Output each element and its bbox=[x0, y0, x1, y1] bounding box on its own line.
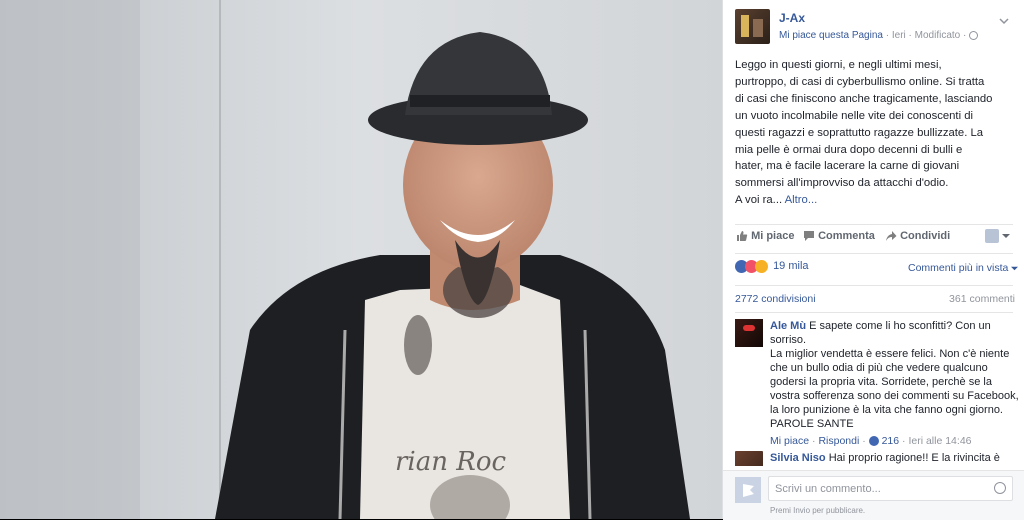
svg-text:rian Roc: rian Roc bbox=[395, 447, 506, 477]
comment-like-link[interactable]: Mi piace bbox=[770, 435, 809, 447]
thumbs-up-icon bbox=[737, 231, 748, 242]
comment-line: vostra sofferenza sono dei commenti su F… bbox=[770, 390, 1019, 402]
commenter-avatar[interactable] bbox=[735, 319, 763, 347]
divider bbox=[735, 224, 1013, 225]
post-body-line: di casi che finiscono anche tragicamente… bbox=[735, 92, 993, 105]
like-page-link[interactable]: Mi piace questa Pagina bbox=[779, 30, 883, 41]
reactions-row: 19 mila Commenti più in vista bbox=[723, 260, 1024, 278]
chevron-down-icon[interactable] bbox=[999, 13, 1009, 25]
comment-line: La miglior vendetta è essere felici. Non… bbox=[770, 348, 1010, 360]
page-avatar[interactable] bbox=[735, 9, 770, 44]
post-body-line: mia pelle è ormai dura dopo decenni di b… bbox=[735, 143, 963, 156]
comment-line: PAROLE SANTE bbox=[770, 418, 854, 430]
comment-sort-label: Commenti più in vista bbox=[908, 262, 1009, 274]
composer-hint: Premi Invio per pubblicare. bbox=[770, 506, 866, 515]
comment-icon bbox=[804, 231, 814, 242]
post-body-line: Leggo in questi giorni, e negli ultimi m… bbox=[735, 59, 942, 71]
post-time[interactable]: Ieri bbox=[892, 30, 906, 41]
post-body: Leggo in questi giorni, e negli ultimi m… bbox=[735, 57, 1020, 209]
wow-reaction-icon bbox=[755, 260, 768, 273]
post-header: J-Ax Mi piace questa Pagina · Ieri · Mod… bbox=[723, 9, 1024, 45]
divider bbox=[735, 285, 1013, 286]
post-body-line: questi ragazzi e soprattutto ragazze bul… bbox=[735, 126, 984, 139]
share-options-button[interactable] bbox=[985, 229, 1011, 243]
comment-input-placeholder: Scrivi un commento... bbox=[775, 483, 881, 495]
comment-composer: Scrivi un commento... Premi Invio per pu… bbox=[723, 470, 1024, 520]
see-more-link[interactable]: Altro... bbox=[785, 194, 818, 206]
comment-reply-link[interactable]: Rispondi bbox=[818, 435, 859, 447]
comment-button[interactable]: Commenta bbox=[803, 230, 875, 242]
separator-dot: · bbox=[862, 435, 869, 447]
reactions-summary[interactable]: 19 mila bbox=[735, 260, 809, 273]
photo-illustration: rian Roc bbox=[0, 0, 722, 519]
share-icon bbox=[886, 231, 897, 242]
like-button[interactable]: Mi piace bbox=[736, 230, 794, 242]
comment-time[interactable]: Ieri alle 14:46 bbox=[908, 435, 971, 447]
page-avatar-small-icon bbox=[985, 229, 999, 243]
comment-sort-dropdown[interactable]: Commenti più in vista bbox=[908, 262, 1019, 274]
post-body-line: hater, ma è facile lacerare la carne di … bbox=[735, 160, 960, 173]
like-label: Mi piace bbox=[751, 230, 795, 242]
comment-line: godersi la propria vita. Sorridete, perc… bbox=[770, 376, 992, 388]
comment-line: E sapete come li ho sconfitti? Con un bbox=[809, 320, 991, 332]
comment-line: sorriso. bbox=[770, 334, 807, 346]
post-body-line: un vuoto incolmabile nelle vite dei cono… bbox=[735, 109, 974, 122]
post-body-line: sommersi all'improvviso da attacchi d'od… bbox=[735, 177, 949, 190]
divider bbox=[735, 253, 1013, 254]
globe-icon bbox=[969, 30, 979, 40]
comment-line: che un bullo odia di più che vedere qual… bbox=[770, 362, 988, 374]
page-name[interactable]: J-Ax bbox=[779, 11, 805, 25]
commenter-name[interactable]: Ale Mù bbox=[770, 320, 806, 332]
divider bbox=[735, 312, 1013, 313]
share-label: Condividi bbox=[900, 230, 951, 242]
comment-line: Hai proprio ragione!! E la rivincita è bbox=[828, 452, 1000, 464]
post-panel: J-Ax Mi piace questa Pagina · Ieri · Mod… bbox=[722, 0, 1024, 520]
caret-down-icon bbox=[1011, 266, 1019, 270]
emoji-icon[interactable] bbox=[994, 482, 1006, 494]
caret-down-icon bbox=[1002, 234, 1011, 238]
stats-row: 2772 condivisioni 361 commenti bbox=[723, 293, 1024, 307]
comments-count[interactable]: 361 commenti bbox=[949, 293, 1015, 305]
post-body-line: purtroppo, di casi di cyberbullismo onli… bbox=[735, 75, 985, 88]
share-button[interactable]: Condividi bbox=[885, 230, 950, 242]
comment-input[interactable]: Scrivi un commento... bbox=[768, 476, 1013, 501]
reaction-count: 19 mila bbox=[773, 260, 809, 273]
like-reaction-icon bbox=[868, 436, 879, 447]
post-photo[interactable]: rian Roc bbox=[0, 0, 722, 519]
comment-actions: Mi piace · Rispondi · 216 · Ieri alle 14… bbox=[770, 434, 1020, 448]
edited-label[interactable]: Modificato bbox=[915, 30, 961, 41]
post-body-truncated: A voi ra... bbox=[735, 194, 783, 207]
comment-line: la loro punizione è la vita che fanno og… bbox=[770, 404, 1003, 416]
action-bar: Mi piace Commenta Condividi bbox=[723, 229, 1024, 248]
shares-count[interactable]: 2772 condivisioni bbox=[735, 293, 816, 305]
comment-item: Silvia Niso Hai proprio ragione!! E la r… bbox=[723, 451, 1024, 466]
commenter-name[interactable]: Silvia Niso bbox=[770, 452, 826, 464]
comment-label: Commenta bbox=[818, 230, 875, 242]
commenter-avatar[interactable] bbox=[735, 451, 763, 466]
composer-avatar-icon bbox=[735, 477, 761, 503]
comment-like-count[interactable]: 216 bbox=[882, 435, 900, 447]
